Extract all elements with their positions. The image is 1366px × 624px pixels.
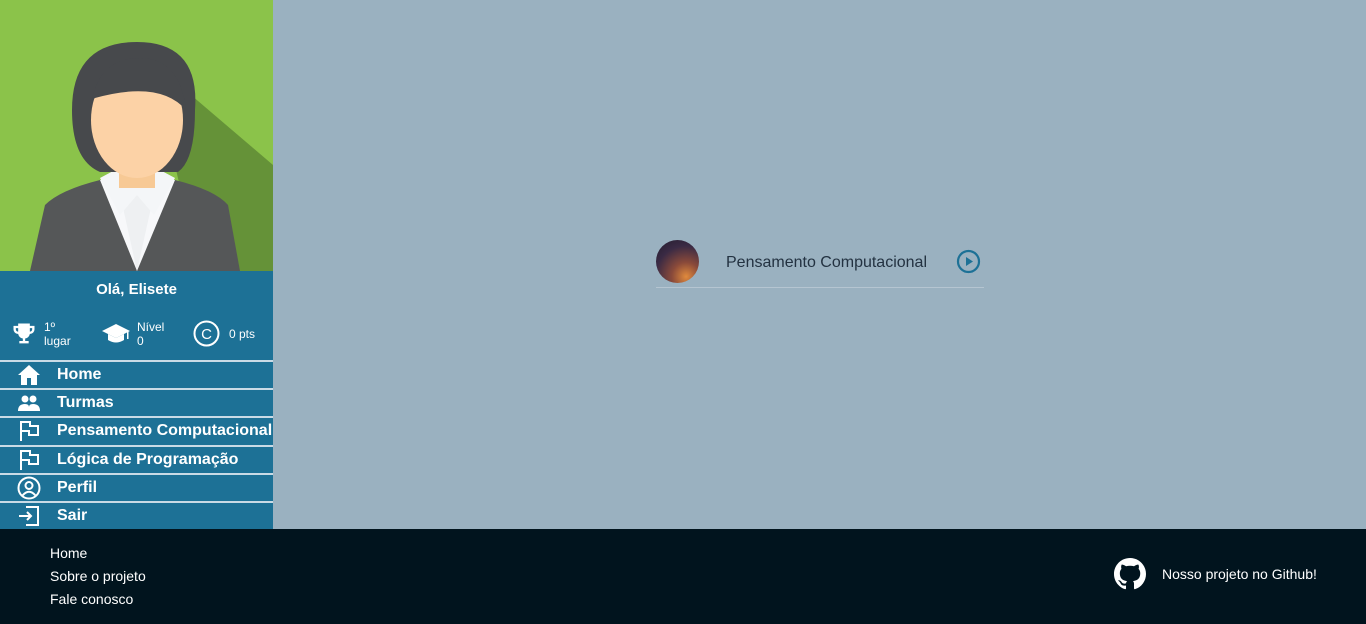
flag-icon (19, 449, 39, 470)
flag-icon (19, 421, 39, 442)
level-stat: Nível 0 (101, 320, 164, 348)
sidebar-item-label: Lógica de Programação (57, 450, 239, 468)
course-thumbnail (656, 239, 699, 283)
course-card[interactable]: Pensamento Computacional (656, 239, 984, 288)
sidebar-item-label: Pensamento Computacional (57, 422, 273, 440)
level-label: Nível (137, 320, 165, 334)
trophy-icon (13, 323, 35, 344)
ranking-label: lugar (44, 334, 71, 348)
avatar (0, 0, 273, 271)
sidebar-menu: Home Turmas Pensamento Computacional Lóg… (0, 360, 273, 529)
sidebar-item-logica-programacao[interactable]: Lógica de Programação (0, 444, 273, 473)
ranking-stat: 1º lugar (10, 320, 71, 348)
sidebar: Olá, Elisete 1º lugar Nível 0 C 0 pts Ho… (0, 0, 273, 529)
sidebar-item-home[interactable]: Home (0, 360, 273, 388)
github-icon (1114, 558, 1146, 590)
github-link[interactable]: Nosso projeto no Github! (1114, 558, 1317, 590)
footer: Home Sobre o projeto Fale conosco Nosso … (0, 529, 1366, 624)
footer-link-home[interactable]: Home (50, 545, 87, 561)
coin-icon: C (193, 320, 220, 347)
sidebar-item-perfil[interactable]: Perfil (0, 472, 273, 501)
logout-icon (18, 506, 39, 527)
users-icon (17, 395, 40, 412)
points-stat: C 0 pts (193, 320, 255, 347)
home-icon (17, 365, 40, 386)
sidebar-item-sair[interactable]: Sair (0, 500, 273, 529)
greeting: Olá, Elisete (96, 281, 177, 298)
ranking-value: 1º (44, 320, 56, 334)
svg-text:C: C (201, 326, 212, 343)
points-value: 0 pts (229, 326, 256, 341)
sidebar-item-label: Perfil (57, 478, 98, 496)
graduation-cap-icon (102, 324, 130, 343)
sidebar-item-pensamento-computacional[interactable]: Pensamento Computacional (0, 416, 273, 444)
github-label: Nosso projeto no Github! (1162, 566, 1317, 582)
sidebar-item-label: Home (57, 366, 102, 384)
footer-link-sobre[interactable]: Sobre o projeto (50, 568, 146, 584)
avatar-illustration (30, 42, 273, 271)
sidebar-item-turmas[interactable]: Turmas (0, 388, 273, 416)
user-circle-icon (17, 476, 40, 500)
sidebar-item-label: Sair (57, 507, 88, 525)
play-circle-icon[interactable] (956, 249, 981, 274)
footer-link-contato[interactable]: Fale conosco (50, 591, 133, 607)
sidebar-item-label: Turmas (57, 394, 114, 412)
level-value: 0 (137, 334, 144, 348)
course-title: Pensamento Computacional (726, 254, 928, 271)
